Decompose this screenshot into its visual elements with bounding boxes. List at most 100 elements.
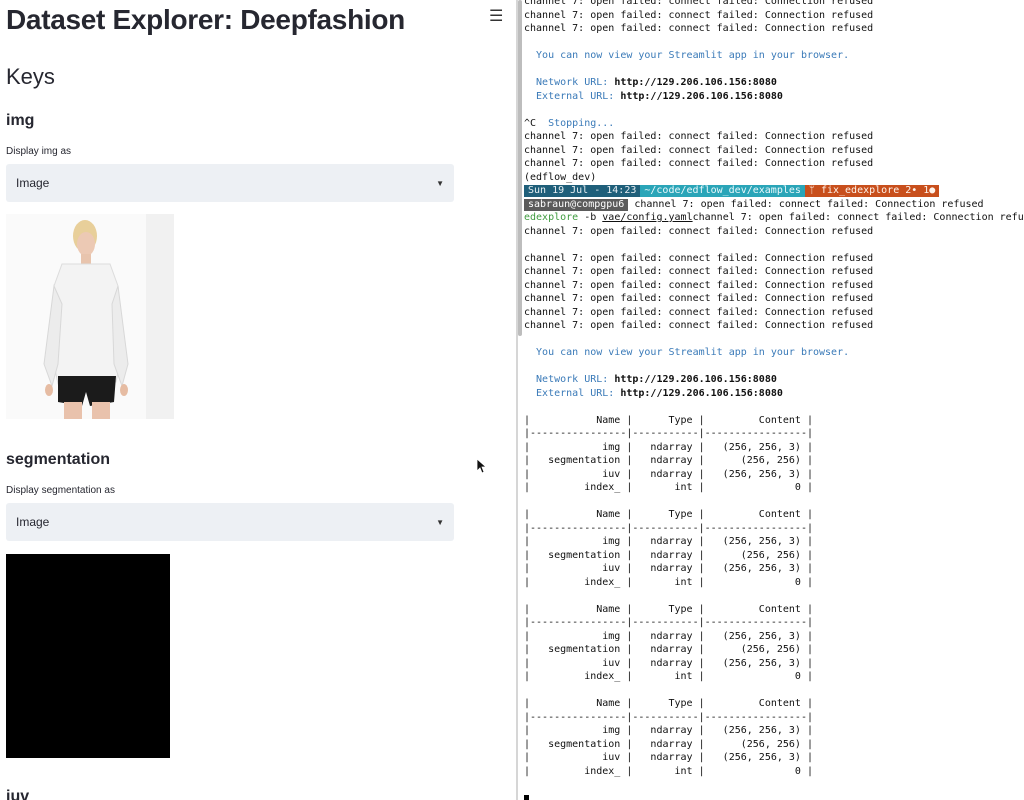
key-heading-segmentation: segmentation [6,451,111,468]
prompt-path: ~/code/edflow_dev/examples [640,185,805,197]
terminal-url-value: http://129.206.106.156:8080 [614,77,777,88]
terminal-line-text: channel 7: open failed: connect failed: … [524,279,874,291]
terminal-line: Network URL: http://129.206.106.156:8080 [524,76,1024,90]
display-segmentation-select-value: Image [16,515,50,529]
terminal-line-text: channel 7: open failed: connect failed: … [524,306,874,318]
display-img-label: Display img as [6,146,72,157]
terminal-line-text: channel 7: open failed: connect failed: … [524,252,874,264]
terminal-url-value: http://129.206.106.156:8080 [614,374,777,385]
mouse-cursor-icon [476,458,486,474]
streamlit-app-pane: Dataset Explorer: Deepfashion ☰ Keys img… [0,0,508,800]
terminal-line: External URL: http://129.206.106.156:808… [524,387,1024,401]
terminal-line-text: channel 7: open failed: connect failed: … [524,225,874,237]
hamburger-icon[interactable]: ☰ [489,6,503,26]
display-img-select[interactable]: Image ▼ [6,164,454,202]
table-row: | index_ | int | 0 | [524,576,813,588]
table-separator: |----------------|-----------|----------… [524,428,813,439]
prompt-user: sabraun@compgpu6 [524,198,629,211]
table-row: | segmentation | ndarray | (256, 256) | [524,738,813,750]
key-heading-img: img [6,112,35,129]
table-row: | index_ | int | 0 | [524,765,813,777]
terminal-line-text: Stopping... [536,117,615,129]
table-row: | segmentation | ndarray | (256, 256) | [524,644,813,655]
key-heading-iuv: iuv [6,788,30,800]
display-segmentation-label: Display segmentation as [6,485,115,496]
terminal-line-text: channel 7: open failed: connect failed: … [524,131,874,142]
command-args: -b [578,212,603,223]
terminal-prompt-user: sabraun@compgpu6 channel 7: open failed:… [524,198,1024,212]
terminal-line: channel 7: open failed: connect failed: … [524,130,1024,144]
chevron-down-icon: ▼ [436,178,444,188]
table-row: | index_ | int | 0 | [524,482,813,493]
table-row: | iuv | ndarray | (256, 256, 3) | [524,563,813,574]
terminal-line: channel 7: open failed: connect failed: … [524,306,1024,320]
terminal-line: channel 7: open failed: connect failed: … [524,319,1024,333]
fashion-photo [6,214,174,419]
table-header-row: | Name | Type | Content | [524,603,813,615]
terminal-line-text: channel 7: open failed: connect failed: … [692,212,1024,223]
terminal-line: External URL: http://129.206.106.156:808… [524,90,1024,104]
table-header-row: | Name | Type | Content | [524,414,813,426]
table-row: | img | ndarray | (256, 256, 3) | [524,536,813,547]
terminal-url-label: Network URL: [524,374,615,385]
terminal-line: channel 7: open failed: connect failed: … [524,225,1024,239]
terminal-line: You can now view your Streamlit app in y… [524,346,1024,360]
keys-heading: Keys [6,64,55,89]
img-preview-image [6,214,174,419]
terminal-line-text: You can now view your Streamlit app in y… [524,50,850,61]
terminal-line-text: channel 7: open failed: connect failed: … [628,198,984,210]
terminal-url-label: External URL: [524,90,621,102]
table-separator: |----------------|-----------|----------… [524,617,813,628]
terminal-line: channel 7: open failed: connect failed: … [524,9,1024,23]
display-img-select-value: Image [16,176,50,190]
terminal-line-text: channel 7: open failed: connect failed: … [524,23,874,34]
table-row: | img | ndarray | (256, 256, 3) | [524,441,813,453]
chevron-down-icon: ▼ [436,517,444,527]
terminal-line-text: channel 7: open failed: connect failed: … [524,320,874,331]
terminal-line-text: channel 7: open failed: connect failed: … [524,293,874,304]
terminal-line-text: channel 7: open failed: connect failed: … [524,158,874,169]
app-title: Dataset Explorer: Deepfashion [6,4,405,35]
table-row: | index_ | int | 0 | [524,671,813,682]
terminal-line: channel 7: open failed: connect failed: … [524,252,1024,266]
terminal-scrollbar[interactable] [518,0,522,336]
display-segmentation-select[interactable]: Image ▼ [6,503,454,541]
terminal-url-label: Network URL: [524,77,615,88]
terminal-line: channel 7: open failed: connect failed: … [524,22,1024,36]
table-row: | iuv | ndarray | (256, 256, 3) | [524,752,813,763]
terminal-line: Network URL: http://129.206.106.156:8080 [524,373,1024,387]
terminal-pane[interactable]: channel 7: open failed: connect failed: … [516,0,1024,800]
terminal-line-text: channel 7: open failed: connect failed: … [524,144,874,156]
table-header-row: | Name | Type | Content | [524,698,813,709]
table-row: | img | ndarray | (256, 256, 3) | [524,725,813,736]
prompt-git-branch: ᛘ fix_edexplore 2• 1● [804,185,940,197]
terminal-line-text: You can now view your Streamlit app in y… [524,347,850,358]
terminal-url-value: http://129.206.106.156:8080 [620,90,783,102]
prompt-date: Sun 19 Jul - 14:23 [524,185,641,197]
terminal-line-text: channel 7: open failed: connect failed: … [524,266,874,277]
terminal-cursor [524,795,529,800]
terminal-line: channel 7: open failed: connect failed: … [524,265,1024,279]
segmentation-preview-image [6,554,170,758]
terminal-line: channel 7: open failed: connect failed: … [524,279,1024,293]
terminal-line: channel 7: open failed: connect failed: … [524,144,1024,158]
terminal-url-value: http://129.206.106.156:8080 [620,387,783,399]
terminal-line: channel 7: open failed: connect failed: … [524,0,1024,9]
table-row: | iuv | ndarray | (256, 256, 3) | [524,657,813,669]
table-separator: |----------------|-----------|----------… [524,711,813,723]
terminal-line-text: (edflow_dev) [524,171,597,183]
table-row: | img | ndarray | (256, 256, 3) | [524,630,813,642]
terminal-line-text: channel 7: open failed: connect failed: … [524,0,874,7]
table-row: | segmentation | ndarray | (256, 256) | [524,549,813,561]
terminal-url-label: External URL: [524,387,621,399]
